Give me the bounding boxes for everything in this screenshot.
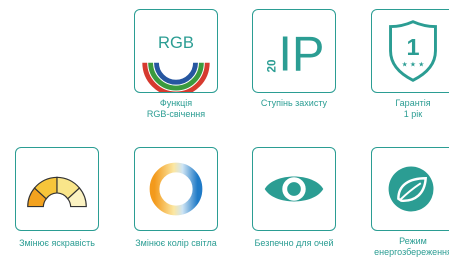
caption-line: Режим xyxy=(399,236,427,246)
feature-caption-color-temperature: Змінює колір світла xyxy=(126,238,226,249)
caption-line: енергозбереження xyxy=(374,247,449,257)
ip20-small-text: 20 xyxy=(265,59,278,73)
feature-card-warranty: 1 ★ ★ ★ xyxy=(371,9,449,93)
rgb-badge-text: RGB xyxy=(158,33,194,52)
ip20-main-text: IP xyxy=(278,28,324,82)
color-temperature-ring-icon xyxy=(149,162,203,216)
feature-card-eye-safe xyxy=(252,147,336,231)
feature-card-energy-saving xyxy=(371,147,449,231)
feature-caption-warranty: Гарантія 1 рік xyxy=(363,98,449,120)
feature-caption-brightness: Змінює яскравість xyxy=(7,238,107,249)
ip20-icon: 20 IP xyxy=(265,28,324,82)
feature-caption-rgb: Функція RGB-свічення xyxy=(126,98,226,120)
caption-line: Змінює колір світла xyxy=(135,238,217,248)
feature-card-ip20: 20 IP xyxy=(252,9,336,93)
caption-line: Гарантія xyxy=(395,98,431,108)
eye-icon xyxy=(264,176,324,202)
caption-line: RGB-свічення xyxy=(146,109,206,119)
warranty-shield-icon: 1 ★ ★ ★ xyxy=(389,20,437,82)
rgb-rainbow-icon: RGB xyxy=(142,33,210,92)
feature-caption-ip20: Ступінь захисту xyxy=(244,98,344,109)
feature-card-rgb: RGB xyxy=(134,9,218,93)
feature-caption-energy-saving: Режим енергозбереження xyxy=(363,236,449,258)
caption-line: Ступінь захисту xyxy=(260,98,328,108)
feature-card-color-temperature xyxy=(134,147,218,231)
svg-text:★ ★ ★: ★ ★ ★ xyxy=(402,61,425,69)
caption-line: Функція xyxy=(159,98,193,108)
caption-line: Змінює яскравість xyxy=(19,238,95,248)
leaf-energy-icon xyxy=(388,166,434,212)
feature-caption-eye-safe: Безпечно для очей xyxy=(244,238,344,249)
warranty-badge-text: 1 xyxy=(406,34,419,60)
caption-line: 1 рік xyxy=(403,109,423,119)
caption-line: Безпечно для очей xyxy=(254,238,334,248)
brightness-gauge-icon xyxy=(27,176,87,208)
feature-card-brightness xyxy=(15,147,99,231)
